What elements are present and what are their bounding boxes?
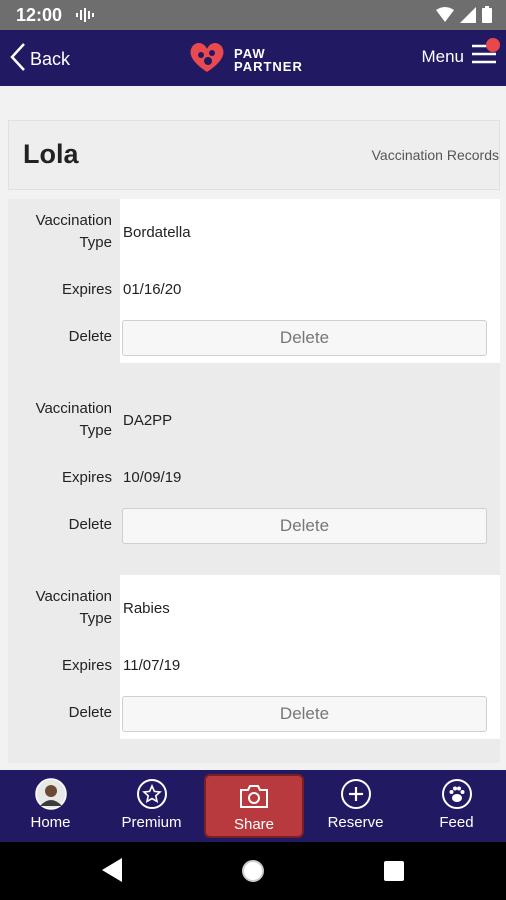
voicemail-icon: [75, 7, 95, 28]
nav-premium[interactable]: Premium: [101, 770, 202, 842]
notification-badge: [486, 38, 500, 52]
vaccination-type-value-cell: DA2PP: [120, 387, 500, 455]
nav-feed[interactable]: Feed: [406, 770, 506, 842]
wifi-icon: [436, 6, 454, 28]
expires-value: 10/09/19: [123, 469, 182, 486]
hamburger-icon: [472, 38, 500, 71]
app-header: Back PAW PARTNER Menu: [0, 30, 506, 86]
bottom-nav: Home Premium Share Reserve Feed: [0, 770, 506, 842]
star-icon: [136, 778, 168, 815]
home-circle-icon[interactable]: [241, 859, 265, 888]
back-button[interactable]: Back: [10, 42, 70, 77]
status-bar: 12:00: [0, 0, 506, 30]
pet-header-card: Lola Vaccination Records: [8, 120, 500, 190]
vaccination-record: Vaccination Type Rabies Expires 11/07/19…: [8, 575, 500, 763]
delete-button[interactable]: Delete: [122, 320, 487, 356]
brand-logo: PAW PARTNER: [188, 40, 303, 79]
android-system-nav: [0, 842, 506, 900]
nav-reserve[interactable]: Reserve: [305, 770, 406, 842]
brand-name-line2: PARTNER: [234, 58, 303, 74]
expires-value-cell: 10/09/19: [120, 455, 500, 501]
vaccination-record: Vaccination Type Bordatella Expires 01/1…: [8, 199, 500, 387]
delete-label: Delete: [68, 328, 112, 345]
recents-square-icon[interactable]: [384, 861, 404, 886]
vaccination-type-label: Vaccination Type: [35, 588, 112, 627]
section-title: Vaccination Records: [371, 147, 499, 163]
brand-name-line1: PAW: [234, 45, 266, 61]
nav-home-label: Home: [30, 814, 71, 831]
avatar-icon: [34, 778, 67, 815]
status-time: 12:00: [16, 5, 63, 25]
delete-label: Delete: [68, 704, 112, 721]
nav-feed-label: Feed: [439, 814, 474, 831]
expires-label: Expires: [61, 657, 112, 674]
expires-value-cell: 01/16/20: [120, 267, 500, 313]
expires-value-cell: 11/07/19: [120, 643, 500, 689]
vaccination-type-value: Bordatella: [123, 224, 191, 241]
menu-button[interactable]: Menu: [421, 38, 500, 71]
camera-icon: [238, 782, 270, 815]
delete-button[interactable]: Delete: [122, 508, 487, 544]
back-label: Back: [30, 49, 71, 69]
plus-circle-icon: [340, 778, 372, 815]
vaccination-type-value-cell: Bordatella: [120, 199, 500, 267]
vaccination-type-value-cell: Rabies: [120, 575, 500, 643]
pet-name: Lola: [23, 139, 79, 169]
nav-share[interactable]: Share: [204, 774, 304, 838]
vaccination-type-value: DA2PP: [123, 412, 173, 429]
delete-label: Delete: [68, 516, 112, 533]
vaccination-record: Vaccination Type DA2PP Expires 10/09/19 …: [8, 387, 500, 575]
nav-home[interactable]: Home: [0, 770, 101, 842]
expires-value: 01/16/20: [123, 281, 182, 298]
paw-icon: [441, 778, 473, 815]
signal-icon: [460, 6, 476, 28]
vaccination-type-value: Rabies: [123, 600, 170, 617]
nav-premium-label: Premium: [121, 814, 182, 831]
back-triangle-icon[interactable]: [102, 858, 122, 887]
chevron-left-icon: [10, 42, 26, 77]
vaccination-records-list: Vaccination Type Bordatella Expires 01/1…: [8, 199, 500, 763]
nav-reserve-label: Reserve: [327, 814, 384, 831]
nav-share-label: Share: [233, 816, 275, 833]
vaccination-type-label: Vaccination Type: [35, 212, 112, 251]
vaccination-type-label: Vaccination Type: [35, 400, 112, 439]
battery-icon: [482, 6, 492, 28]
paw-heart-logo-icon: [188, 40, 226, 79]
expires-label: Expires: [61, 281, 112, 298]
delete-button[interactable]: Delete: [122, 696, 487, 732]
expires-value: 11/07/19: [123, 657, 181, 674]
expires-label: Expires: [61, 469, 112, 486]
main-content: Lola Vaccination Records Vaccination Typ…: [0, 86, 506, 770]
menu-label: Menu: [421, 46, 464, 66]
